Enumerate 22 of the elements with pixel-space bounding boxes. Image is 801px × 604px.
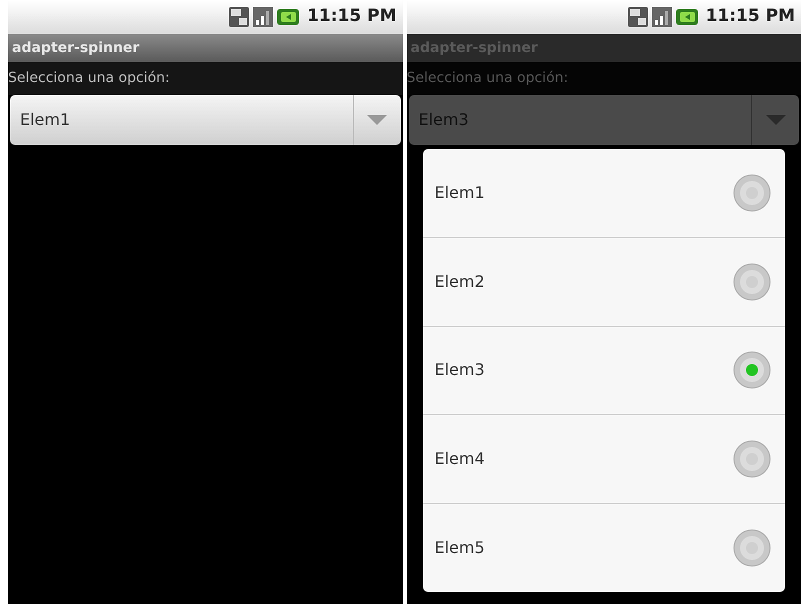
option-item[interactable]: Elem4 <box>422 414 785 504</box>
option-item[interactable]: Elem5 <box>422 503 785 592</box>
prompt-label: Selecciona una opción: <box>8 69 170 88</box>
prompt-label: Selecciona una opción: <box>406 69 568 88</box>
radio-button[interactable] <box>733 440 771 478</box>
status-time: 11:15 PM <box>706 5 795 28</box>
radio-button[interactable] <box>733 262 771 301</box>
signal-icon <box>253 7 274 27</box>
option-item[interactable]: Elem1 <box>422 149 785 237</box>
radio-button[interactable] <box>733 351 771 390</box>
battery-icon <box>676 9 698 25</box>
caret-icon <box>367 115 387 125</box>
app-title: adapter-spinner <box>12 38 140 58</box>
spinner-dropdown[interactable]: Elem1 <box>10 95 400 145</box>
option-item[interactable]: Elem2 <box>422 236 785 326</box>
option-item[interactable]: Elem3 <box>422 326 785 414</box>
radio-button[interactable] <box>733 529 771 568</box>
battery-icon <box>277 9 300 25</box>
radio-button[interactable] <box>733 174 771 212</box>
signal-icon <box>652 7 672 27</box>
caret-icon <box>766 115 786 125</box>
status-time: 11:15 PM <box>307 5 396 28</box>
